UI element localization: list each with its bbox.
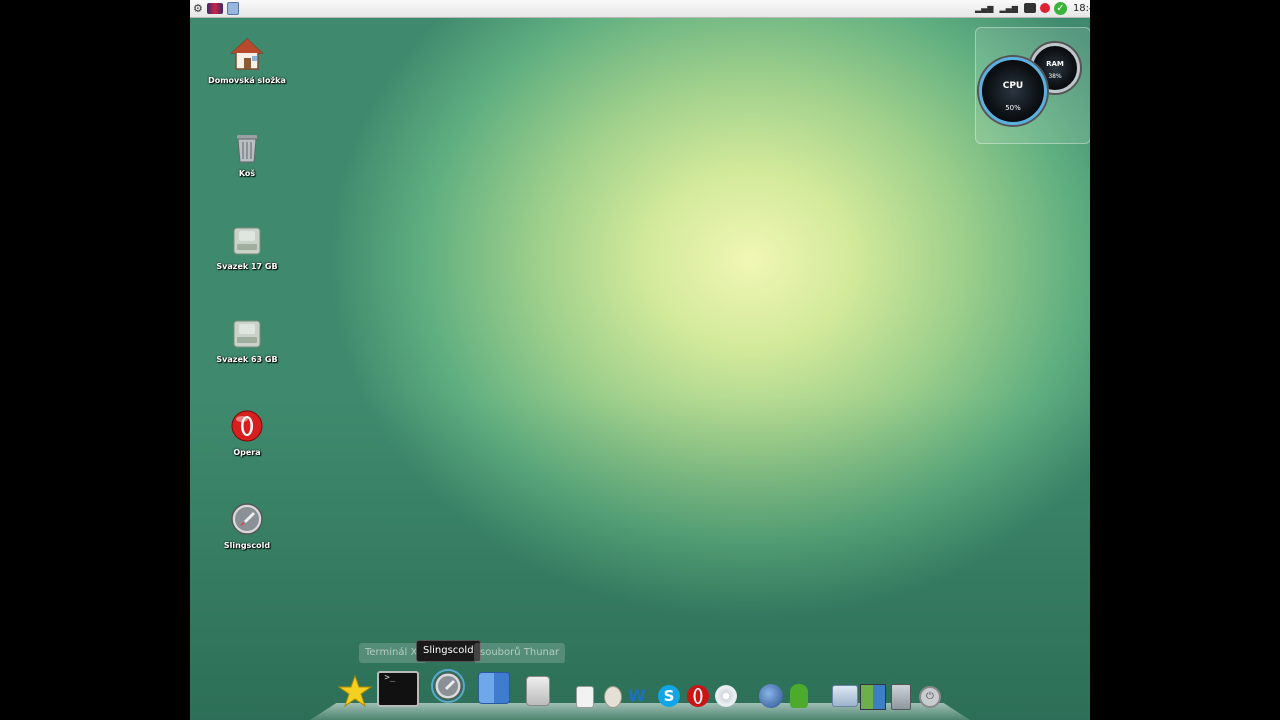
ram-label: RAM (1046, 60, 1064, 68)
cpu-value: 50% (1005, 104, 1021, 112)
desktop-icon-slingscold[interactable]: Slingscold (197, 501, 297, 550)
rocket-icon (229, 501, 265, 537)
dock-terminal-icon[interactable]: >_ (377, 671, 419, 707)
dock-folder-icon[interactable] (832, 685, 858, 707)
app-launcher-icon[interactable] (226, 1, 239, 15)
desktop-icon-opera[interactable]: Opera (197, 408, 297, 457)
desktop-icon-trash[interactable]: Koš (197, 129, 297, 178)
workspace-switcher-icon[interactable] (206, 2, 223, 14)
trash-icon (229, 129, 265, 165)
desktop-icon-volume-63[interactable]: Svazek 63 GB (197, 315, 297, 364)
desktop-icon-label: Domovská složka (208, 76, 286, 85)
signal-icon[interactable]: ▂▄▆ (975, 4, 993, 13)
desktop-icon-home[interactable]: Domovská složka (197, 36, 297, 85)
dock-tooltip-slingscold: Slingscold (416, 640, 481, 662)
desktop: ⚙ ▂▄▆ ▂▄▆ ✓ 18:45 Domovská složka Koš Sv… (190, 0, 1090, 720)
dock-skype-icon[interactable]: S (658, 685, 680, 707)
gear-icon[interactable]: ⚙ (193, 2, 203, 15)
dock-thunderbird-icon[interactable] (759, 684, 783, 708)
dock-tooltip-thunar: souborů Thunar (474, 643, 566, 663)
dock-media-disc-icon[interactable] (715, 685, 737, 707)
dock-document-icon[interactable] (576, 686, 594, 708)
drive-icon (229, 222, 265, 258)
cpu-gauge: CPU 50% (979, 57, 1047, 125)
dock-power-icon[interactable]: ⏻ (919, 686, 941, 708)
desktop-icon-label: Svazek 17 GB (216, 262, 278, 271)
dock-workspaces-icon[interactable] (860, 684, 886, 710)
desktop-icon-label: Koš (238, 169, 256, 178)
display-icon[interactable] (1023, 3, 1036, 13)
update-check-icon[interactable]: ✓ (1053, 1, 1067, 15)
dock-file-manager-icon[interactable] (478, 672, 510, 704)
drive-icon (229, 315, 265, 351)
dock-wiki-icon[interactable]: W (628, 686, 646, 705)
dock-settings-icon[interactable] (604, 686, 622, 708)
desktop-icon-label: Slingscold (223, 541, 271, 550)
desktop-icon-label: Opera (233, 448, 261, 457)
error-icon[interactable] (1039, 3, 1050, 13)
cpu-label: CPU (1002, 81, 1024, 91)
network-icon[interactable]: ▂▄▆ (999, 4, 1017, 13)
dock-opera-icon[interactable] (686, 684, 710, 712)
desktop-icon-label: Svazek 63 GB (216, 355, 278, 364)
opera-icon (229, 408, 265, 444)
clock[interactable]: 18:45 (1073, 3, 1090, 14)
dock-slingscold-rocket-icon[interactable] (430, 668, 466, 708)
dock-utility-icon[interactable] (526, 676, 550, 706)
desktop-icon-volume-17[interactable]: Svazek 17 GB (197, 222, 297, 271)
dock-trash-icon[interactable] (891, 684, 911, 710)
dock-pidgin-icon[interactable] (790, 684, 808, 708)
home-folder-icon (229, 36, 265, 72)
dock-favorites-star-icon[interactable] (337, 674, 373, 712)
top-panel: ⚙ ▂▄▆ ▂▄▆ ✓ 18:45 (190, 0, 1090, 18)
system-monitor-widget[interactable]: RAM 38% CPU 50% (975, 27, 1090, 144)
